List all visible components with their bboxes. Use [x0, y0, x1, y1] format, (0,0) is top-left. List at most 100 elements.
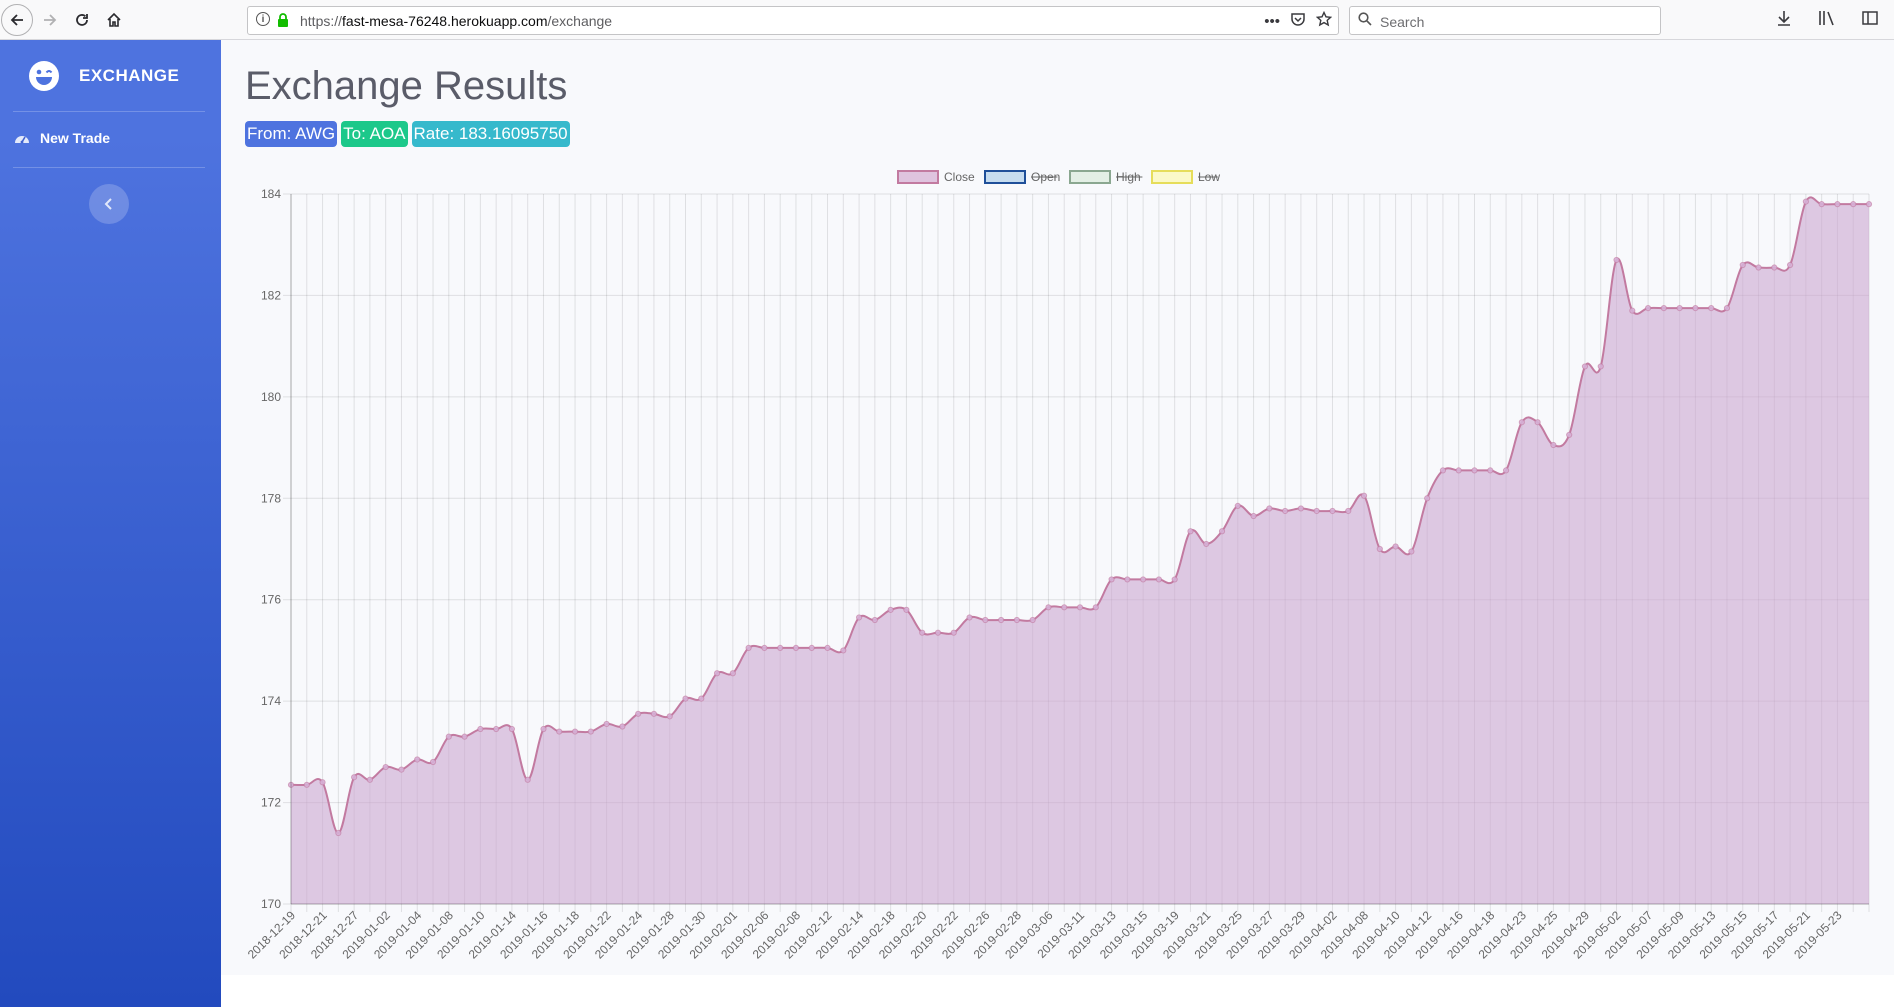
- close-data-point: [351, 774, 358, 781]
- legend-swatch: [1069, 170, 1111, 184]
- close-data-point: [524, 776, 531, 783]
- close-data-point: [1360, 492, 1368, 499]
- close-data-point: [1850, 201, 1857, 208]
- close-data-point: [1124, 576, 1131, 583]
- back-button[interactable]: [1, 4, 33, 36]
- reload-button[interactable]: [66, 4, 98, 36]
- legend-item-low[interactable]: Low: [1151, 170, 1220, 184]
- legend-swatch: [1151, 170, 1193, 184]
- close-data-point: [1660, 305, 1667, 312]
- close-data-point: [635, 710, 642, 717]
- close-data-point: [556, 728, 563, 735]
- bookmark-star-icon[interactable]: [1315, 10, 1333, 32]
- close-data-point: [1455, 467, 1462, 474]
- sidebar-divider: [13, 111, 205, 112]
- sidebar-item-new-trade[interactable]: New Trade: [14, 130, 110, 146]
- browser-toolbar: i https://fast-mesa-76248.herokuapp.com/…: [0, 0, 1894, 40]
- close-data-point: [571, 728, 579, 735]
- pocket-icon[interactable]: [1290, 11, 1306, 32]
- close-data-point: [1171, 576, 1178, 583]
- library-icon[interactable]: [1818, 10, 1836, 31]
- close-data-point: [1613, 256, 1620, 264]
- close-data-point: [1250, 512, 1257, 520]
- legend-item-open[interactable]: Open: [984, 170, 1060, 184]
- close-data-point: [840, 647, 847, 654]
- close-data-point: [887, 606, 894, 613]
- reload-icon: [76, 14, 88, 26]
- y-tick-label: 178: [261, 491, 281, 505]
- search-input[interactable]: [1378, 10, 1652, 33]
- sidebar-toggle-button[interactable]: [89, 184, 129, 224]
- close-data-point: [1297, 505, 1305, 512]
- close-data-point: [493, 725, 500, 733]
- close-data-point: [998, 616, 1005, 624]
- y-tick-label: 182: [261, 288, 281, 302]
- close-data-point: [540, 725, 547, 733]
- y-tick-label: 174: [261, 694, 281, 708]
- url-scheme: https://: [300, 13, 343, 29]
- close-data-point: [682, 695, 689, 702]
- search-bar[interactable]: [1349, 6, 1661, 35]
- close-data-point: [1787, 261, 1794, 269]
- close-data-point: [1692, 305, 1699, 312]
- close-data-point: [1723, 305, 1731, 312]
- info-icon[interactable]: i: [256, 12, 270, 26]
- sidebar-item-label: New Trade: [40, 130, 111, 146]
- close-data-point: [382, 763, 389, 771]
- close-data-point: [1424, 495, 1431, 502]
- close-data-point: [919, 629, 926, 636]
- close-data-point: [477, 725, 484, 733]
- close-data-point: [398, 766, 405, 773]
- close-data-point: [824, 644, 831, 651]
- close-data-point: [1629, 307, 1636, 314]
- close-data-point: [1708, 305, 1715, 312]
- page-actions-icon[interactable]: •••: [1264, 13, 1280, 31]
- close-data-point: [461, 733, 468, 740]
- url-text[interactable]: https://fast-mesa-76248.herokuapp.com/ex…: [300, 13, 612, 29]
- close-data-point: [587, 728, 594, 735]
- forward-button[interactable]: [34, 4, 66, 36]
- close-data-point: [1771, 264, 1778, 271]
- close-data-point: [1518, 419, 1525, 426]
- close-data-point: [1487, 467, 1494, 474]
- close-data-point: [319, 779, 326, 786]
- sidebar-toggle-icon[interactable]: [1862, 10, 1878, 31]
- close-data-point: [1282, 507, 1289, 515]
- url-host: fast-mesa-76248.herokuapp.com: [342, 13, 548, 29]
- close-data-point: [445, 733, 452, 740]
- address-bar[interactable]: i https://fast-mesa-76248.herokuapp.com/…: [247, 6, 1339, 35]
- home-icon: [107, 12, 121, 27]
- close-data-point: [1676, 305, 1683, 312]
- close-data-point: [619, 723, 626, 730]
- url-path: /exchange: [547, 13, 613, 29]
- close-data-point: [1597, 363, 1604, 370]
- downloads-icon[interactable]: [1776, 10, 1792, 31]
- close-data-point: [1329, 507, 1336, 515]
- search-icon: [1358, 12, 1372, 31]
- close-data-point: [982, 616, 989, 624]
- close-data-point: [792, 644, 800, 651]
- brand-link[interactable]: EXCHANGE: [28, 60, 179, 92]
- sidebar-divider: [13, 167, 205, 168]
- close-data-point: [429, 758, 437, 766]
- close-data-point: [1644, 305, 1652, 312]
- close-data-point: [1392, 543, 1399, 550]
- close-data-point: [761, 644, 768, 651]
- legend-item-close[interactable]: Close: [897, 170, 975, 184]
- close-data-point: [1502, 467, 1510, 474]
- close-data-point: [1234, 502, 1241, 509]
- close-data-point: [1045, 604, 1052, 611]
- close-data-point: [1755, 264, 1762, 271]
- legend-item-high[interactable]: High: [1069, 170, 1143, 184]
- close-data-point: [1581, 363, 1589, 370]
- close-data-point: [1029, 616, 1036, 624]
- close-data-point: [1155, 576, 1163, 583]
- close-data-point: [1345, 507, 1352, 515]
- close-data-point: [729, 670, 736, 677]
- close-data-point: [650, 710, 658, 717]
- close-data-point: [1739, 261, 1746, 269]
- close-data-point: [1802, 198, 1809, 205]
- close-data-point: [303, 781, 310, 788]
- lock-icon[interactable]: [277, 13, 289, 32]
- home-button[interactable]: [98, 4, 130, 36]
